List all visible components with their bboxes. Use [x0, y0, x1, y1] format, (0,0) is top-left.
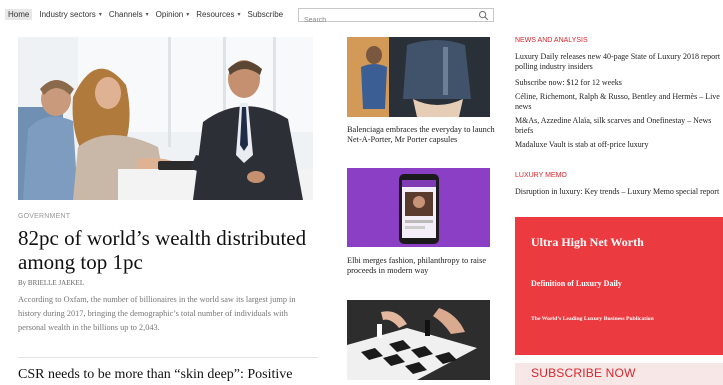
- thumbnail-photo: [347, 168, 490, 247]
- search-input[interactable]: [299, 14, 493, 27]
- news-and-analysis: NEWS AND ANALYSIS: [515, 37, 723, 44]
- section-heading[interactable]: NEWS AND ANALYSIS: [515, 37, 723, 44]
- subscribe-now-button[interactable]: SUBSCRIBE NOW: [515, 363, 723, 385]
- nav-item-industry-sectors[interactable]: Industry sectors ▾: [39, 10, 101, 19]
- memo-item[interactable]: Disruption in luxury: Key trends – Luxur…: [515, 187, 723, 197]
- top-navigation: Home Industry sectors ▾ Channels ▾ Opini…: [0, 0, 723, 28]
- nav-item-label: Industry sectors: [39, 10, 96, 19]
- news-list: Luxury Daily releases new 40-page State …: [515, 52, 723, 150]
- nav-item-resources[interactable]: Resources ▾: [196, 10, 240, 19]
- nav-item-home[interactable]: Home: [5, 9, 33, 20]
- subscribe-now-label: SUBSCRIBE NOW: [531, 366, 636, 380]
- chevron-down-icon: ▾: [145, 12, 149, 18]
- byline: By BRIELLE JAEKEL: [18, 279, 85, 287]
- search-icon[interactable]: [478, 10, 489, 21]
- nav-item-label: Channels: [108, 10, 143, 19]
- nav-item-label: Resources: [196, 10, 235, 19]
- chevron-down-icon: ▾: [186, 12, 190, 18]
- news-item[interactable]: Luxury Daily releases new 40-page State …: [515, 52, 723, 78]
- article-caption[interactable]: Balenciaga embraces the everyday to laun…: [347, 125, 497, 145]
- nav-item-channels[interactable]: Channels ▾: [109, 10, 149, 19]
- feature-headline[interactable]: 82pc of world’s wealth distributed among…: [18, 226, 318, 274]
- promo-subtitle: Definition of Luxury Daily: [531, 279, 622, 288]
- luxury-memo: LUXURY MEMO: [515, 172, 723, 179]
- article-thumbnail-chess[interactable]: [347, 300, 490, 380]
- chevron-down-icon: ▾: [98, 12, 102, 18]
- next-article-headline[interactable]: CSR needs to be more than “skin deep”: P…: [18, 366, 318, 383]
- nav-menu: Home Industry sectors ▾ Channels ▾ Opini…: [5, 9, 290, 20]
- search-box: [298, 8, 494, 27]
- news-item[interactable]: M&As, Azzedine Alaïa, silk scarves and O…: [515, 116, 723, 140]
- news-item[interactable]: Madaluxe Vault is stab at off-price luxu…: [515, 140, 723, 150]
- section-label[interactable]: GOVERNMENT: [18, 213, 70, 220]
- subscription-promo-banner[interactable]: Ultra High Net Worth Definition of Luxur…: [515, 217, 723, 355]
- chevron-down-icon: ▾: [237, 12, 241, 18]
- news-item[interactable]: Subscribe now: $12 for 12 weeks: [515, 78, 723, 92]
- nav-item-label: Subscribe: [247, 10, 284, 19]
- nav-item-label: Opinion: [155, 10, 184, 19]
- nav-item-subscribe[interactable]: Subscribe: [248, 10, 284, 19]
- promo-tagline: The World’s Leading Luxury Business Publ…: [531, 316, 654, 322]
- article-thumbnail-elbi[interactable]: [347, 168, 490, 247]
- feature-photo: [18, 37, 313, 200]
- nav-item-opinion[interactable]: Opinion ▾: [156, 10, 190, 19]
- thumbnail-photo: [347, 37, 490, 117]
- thumbnail-photo: [347, 300, 490, 380]
- nav-item-label: Home: [8, 10, 30, 19]
- article-caption[interactable]: Elbi merges fashion, philanthropy to rai…: [347, 256, 497, 276]
- feature-image[interactable]: [18, 37, 313, 200]
- promo-title: Ultra High Net Worth: [531, 235, 644, 249]
- news-item[interactable]: Céline, Richemont, Ralph & Russo, Bentle…: [515, 92, 723, 116]
- memo-list: Disruption in luxury: Key trends – Luxur…: [515, 187, 723, 197]
- feature-summary: According to Oxfam, the number of billio…: [18, 295, 296, 332]
- section-heading[interactable]: LUXURY MEMO: [515, 172, 723, 179]
- article-thumbnail-balenciaga[interactable]: [347, 37, 490, 117]
- divider: [18, 357, 318, 358]
